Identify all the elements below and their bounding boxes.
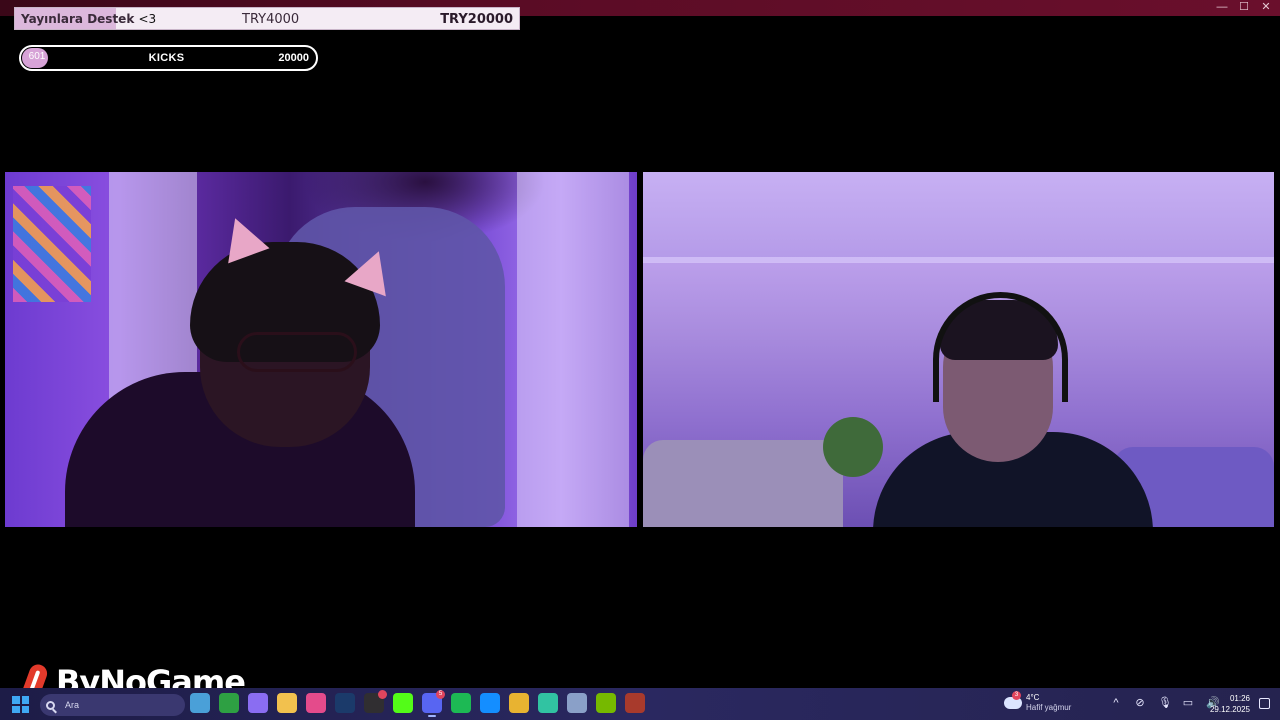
chrome-icon[interactable] [509,693,529,713]
glasses [237,332,357,372]
right-shelf [517,172,629,527]
steam-icon[interactable] [335,693,355,713]
taskbar-clock[interactable]: 01:26 29.12.2025 [1210,693,1250,715]
window-controls: — ☐ ✕ [1216,1,1272,13]
search-placeholder: Ara [65,700,80,710]
search-icon [46,700,55,710]
windows-taskbar: Ara 5 3 4°C Hafif yağmur ^ ⊘ 🎙 ▭ 🔊 01:26… [0,688,1280,720]
rain-cloud-icon: 3 [1004,691,1022,709]
sofa-left [643,440,843,527]
left-streamer-webcam [5,172,637,527]
display-icon[interactable]: ▭ [1182,696,1194,710]
app-badge: 5 [436,690,445,699]
crown-molding [643,257,1274,263]
clock-date: 29.12.2025 [1209,705,1250,714]
kick-app-icon[interactable] [393,693,413,713]
taskbar-search[interactable]: Ara [40,694,185,716]
weather-widget[interactable]: 3 4°C Hafif yağmur [1004,691,1072,713]
weather-description: Hafif yağmur [1026,703,1072,712]
windows-start-icon[interactable] [12,696,29,713]
winrar-icon[interactable] [625,693,645,713]
obs-icon[interactable] [364,690,387,713]
kicks-label: KICKS [148,52,185,64]
room-ceiling [643,172,1274,262]
donation-goal-current: TRY4000 [242,12,300,27]
spotify-icon[interactable] [451,693,471,713]
taskbar-apps: 5 [190,690,645,717]
kicks-goal-bar: 601 KICKS 20000 [19,45,318,71]
maximize-button[interactable]: ☐ [1238,1,1250,13]
close-button[interactable]: ✕ [1260,1,1272,13]
house-plant [823,417,883,477]
donation-goal-bar: Yayınlara Destek <3 TRY4000 TRY20000 [14,7,520,30]
wall-poster [13,186,91,302]
osu-icon[interactable] [306,693,326,713]
donation-goal-title: Yayınlara Destek <3 [21,11,157,26]
minimize-button[interactable]: — [1216,1,1228,13]
system-tray: ^ ⊘ 🎙 ▭ 🔊 [1110,696,1219,710]
streamlabs-icon[interactable] [538,693,558,713]
right-streamer-webcam [643,172,1274,527]
file-explorer-widget-icon[interactable] [190,693,210,713]
clock-time: 01:26 [1229,694,1250,703]
weather-badge: 3 [1012,691,1021,700]
microphone-icon[interactable]: 🎙 [1158,696,1172,710]
xbox-icon[interactable] [219,693,239,713]
donation-goal-target: TRY20000 [440,12,513,27]
settings-icon[interactable] [567,693,587,713]
notification-bell-icon[interactable] [1259,698,1270,709]
donation-goal-heart: <3 [138,11,157,26]
folder-icon[interactable] [277,693,297,713]
discord-icon[interactable]: 5 [422,690,445,717]
copilot-icon[interactable] [248,693,268,713]
chevron-up-icon[interactable]: ^ [1110,696,1122,710]
weather-temperature: 4°C [1026,693,1040,702]
battlenet-icon[interactable] [480,693,500,713]
network-off-icon[interactable]: ⊘ [1134,696,1146,710]
app-badge [378,690,387,699]
kicks-target: 20000 [278,52,309,64]
nvidia-icon[interactable] [596,693,616,713]
headset [933,292,1068,402]
